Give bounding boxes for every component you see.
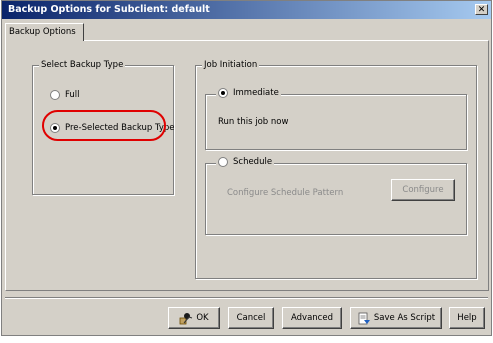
footer-divider [5, 297, 488, 299]
radio-schedule[interactable]: Schedule [216, 157, 275, 167]
configure-button[interactable]: Configure [391, 179, 455, 201]
window-title: Backup Options for Subclient: default [8, 4, 210, 15]
job-initiation-legend: Job Initiation [202, 59, 260, 71]
highlight-annotation [42, 110, 166, 141]
tab-label: Backup Options [9, 27, 76, 37]
radio-schedule-label: Schedule [233, 157, 273, 167]
radio-immediate-label: Immediate [233, 88, 279, 98]
backup-options-dialog: Backup Options for Subclient: default ✕ … [1, 0, 492, 336]
configure-label: Configure [402, 185, 444, 195]
schedule-description: Configure Schedule Pattern [227, 188, 344, 198]
title-bar[interactable]: Backup Options for Subclient: default ✕ [2, 1, 491, 19]
tab-backup-options[interactable]: Backup Options [5, 23, 84, 41]
save-as-script-button[interactable]: Save As Script [350, 307, 442, 329]
tab-panel: Select Backup Type Full Pre-Selected Bac… [5, 40, 489, 291]
help-label: Help [457, 313, 477, 323]
immediate-description: Run this job now [218, 117, 289, 127]
save-as-script-label: Save As Script [373, 313, 436, 323]
backup-type-legend: Select Backup Type [39, 59, 126, 71]
radio-full-circle[interactable] [50, 90, 60, 100]
advanced-label: Advanced [291, 313, 333, 323]
advanced-button[interactable]: Advanced [282, 307, 342, 329]
radio-schedule-circle[interactable] [218, 157, 228, 167]
radio-full-label: Full [65, 90, 80, 100]
ok-button[interactable]: OK [168, 307, 220, 329]
radio-immediate-circle[interactable] [218, 88, 228, 98]
radio-immediate[interactable]: Immediate [216, 88, 281, 98]
radio-full[interactable]: Full [50, 90, 80, 100]
ok-label: OK [196, 313, 209, 323]
help-button[interactable]: Help [449, 307, 485, 329]
close-button[interactable]: ✕ [475, 4, 488, 15]
close-icon: ✕ [477, 5, 486, 15]
cancel-label: Cancel [236, 313, 266, 323]
script-icon [358, 312, 370, 324]
ok-icon [179, 312, 193, 324]
cancel-button[interactable]: Cancel [228, 307, 274, 329]
